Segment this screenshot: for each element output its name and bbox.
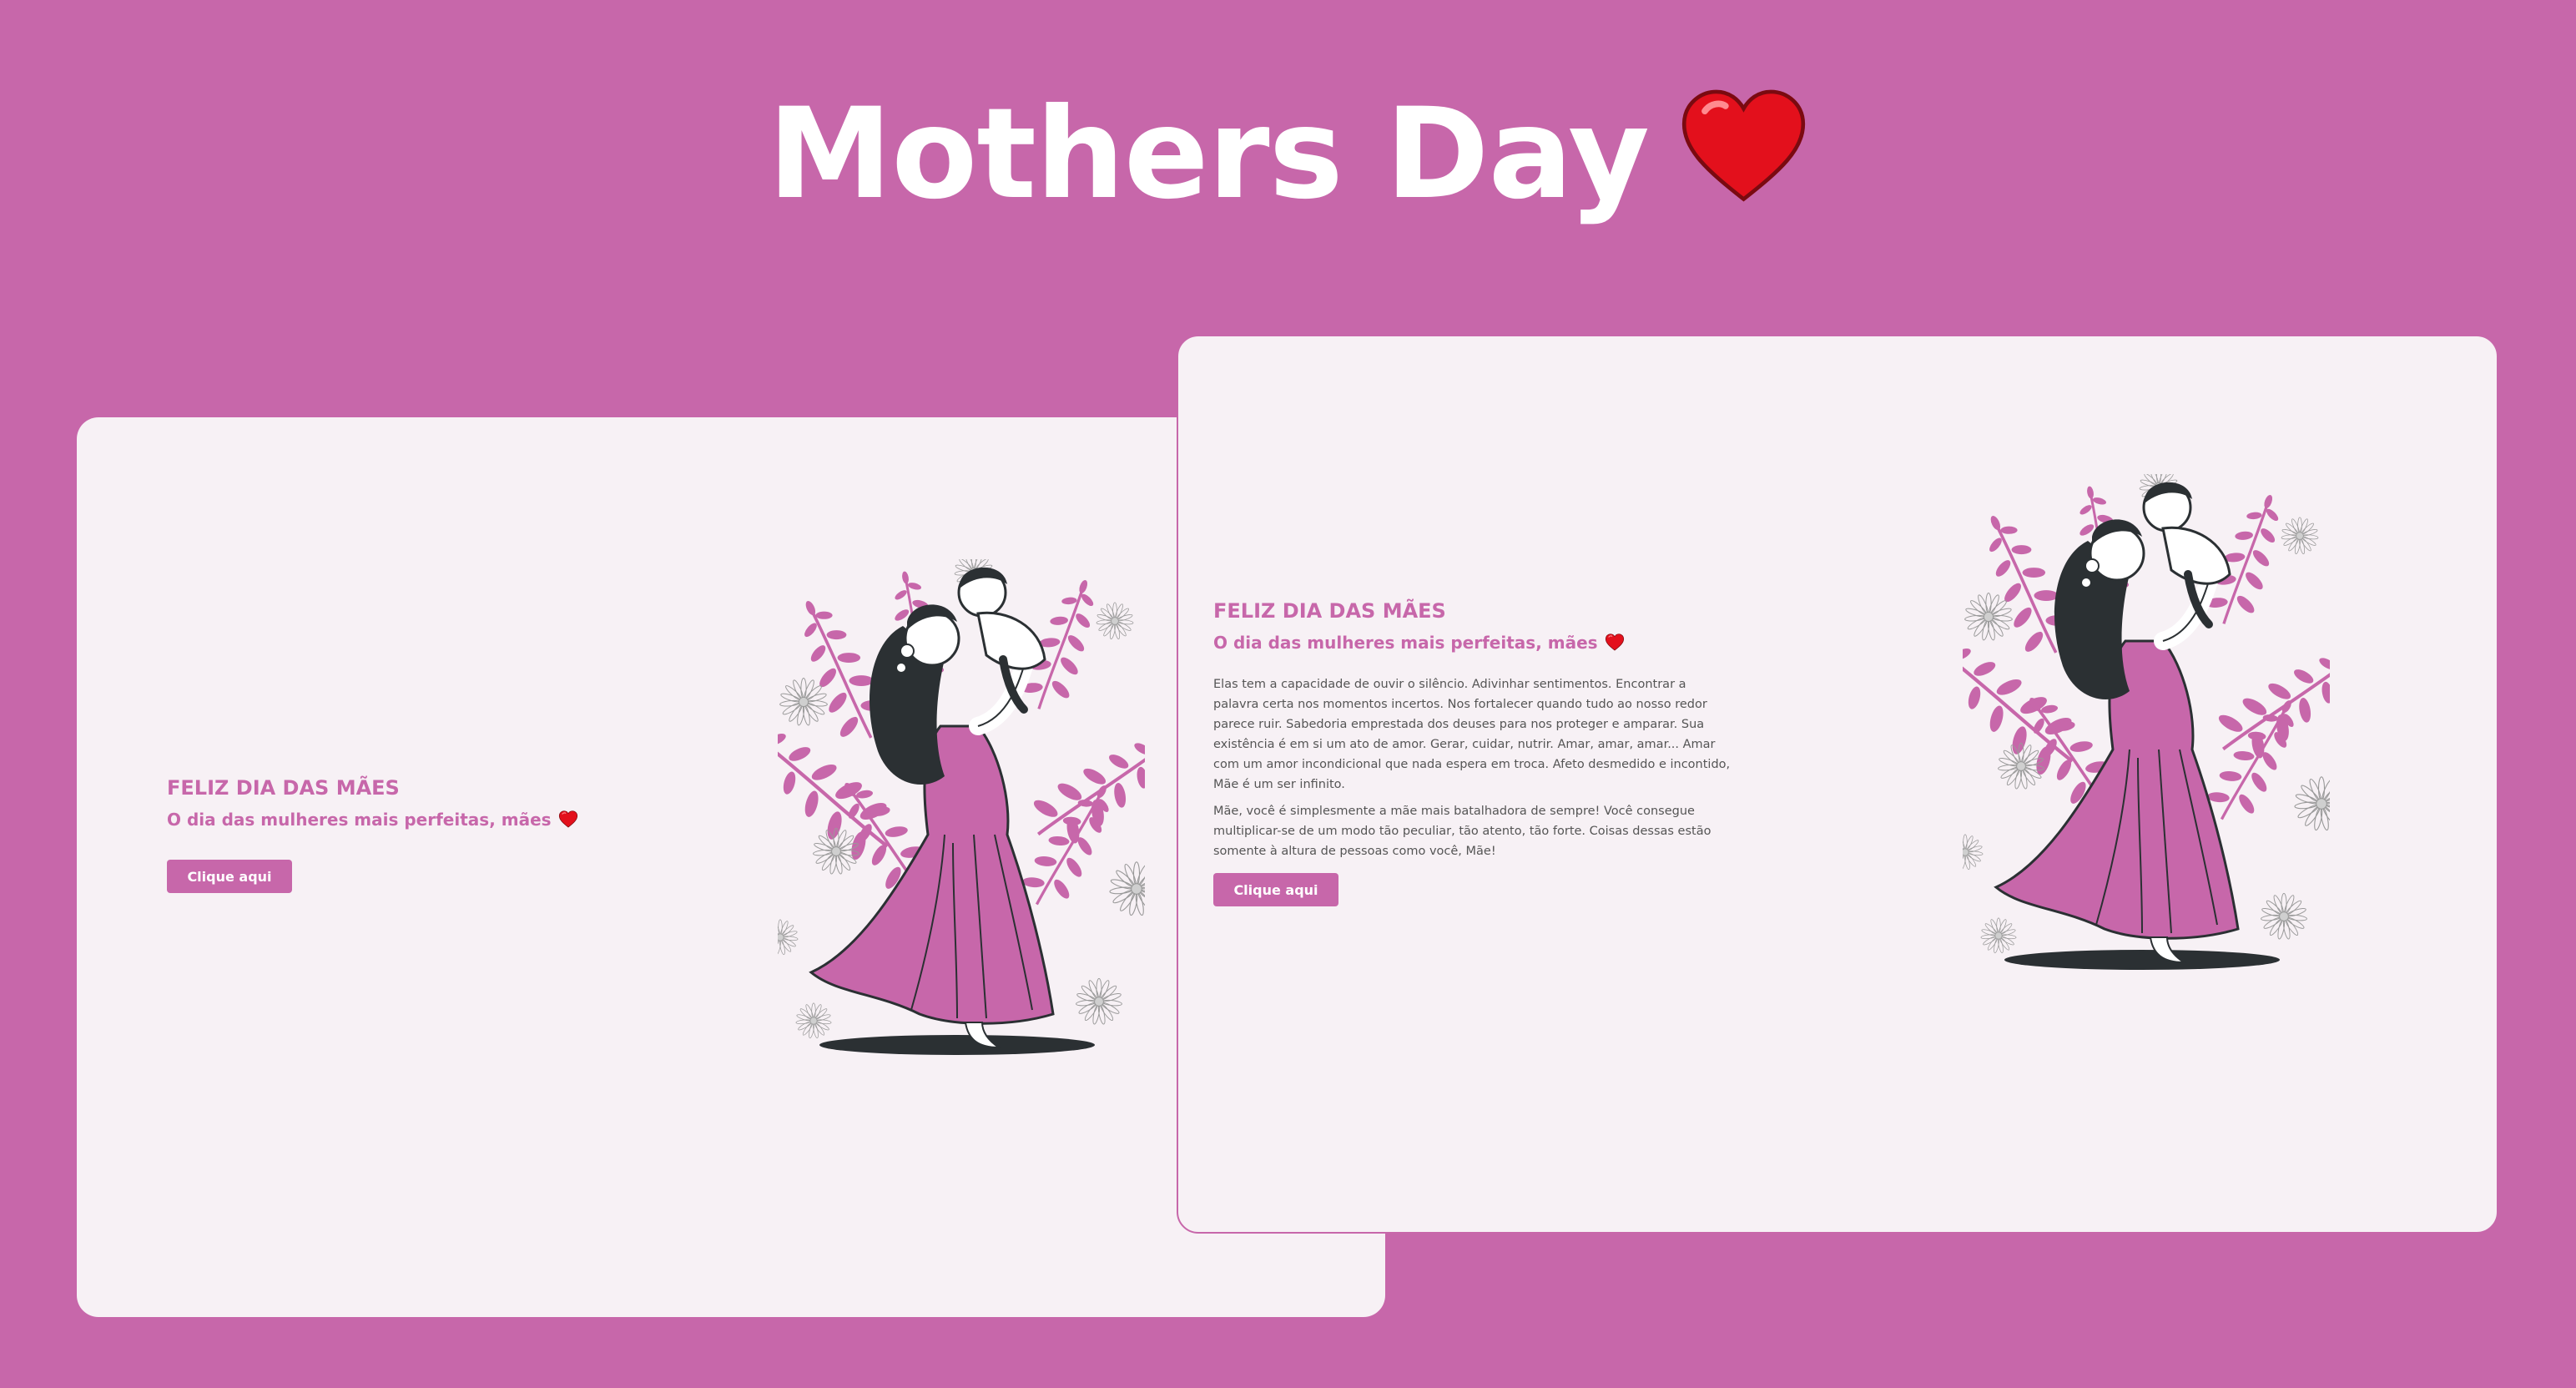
card-subtitle-text: O dia das mulheres mais perfeitas, mães (167, 810, 552, 830)
mother-child-illustration (1963, 474, 2330, 992)
mother-child-illustration (778, 559, 1145, 1077)
card-subtitle: O dia das mulheres mais perfeitas, mães (1213, 633, 1625, 655)
card-heading: FELIZ DIA DAS MÃES (167, 776, 400, 800)
card-subtitle: O dia das mulheres mais perfeitas, mães (167, 810, 578, 832)
cta-button[interactable]: Clique aqui (167, 860, 292, 893)
card-subtitle-text: O dia das mulheres mais perfeitas, mães (1213, 633, 1598, 653)
second-paragraph: Mãe, você é simplesmente a mãe mais bata… (1213, 805, 1711, 858)
heart-emoji-icon (1679, 88, 1808, 225)
card-heading: FELIZ DIA DAS MÃES (1213, 599, 1446, 623)
heart-icon (558, 810, 578, 832)
heart-icon (1605, 633, 1625, 655)
page-title-text: Mothers Day (768, 82, 1650, 227)
preview-card-detail: FELIZ DIA DAS MÃES O dia das mulheres ma… (1177, 335, 2498, 1234)
cta-button[interactable]: Clique aqui (1213, 873, 1338, 906)
page-title: Mothers Day (0, 92, 2576, 231)
intro-paragraph: Elas tem a capacidade de ouvir o silênci… (1213, 678, 1731, 791)
